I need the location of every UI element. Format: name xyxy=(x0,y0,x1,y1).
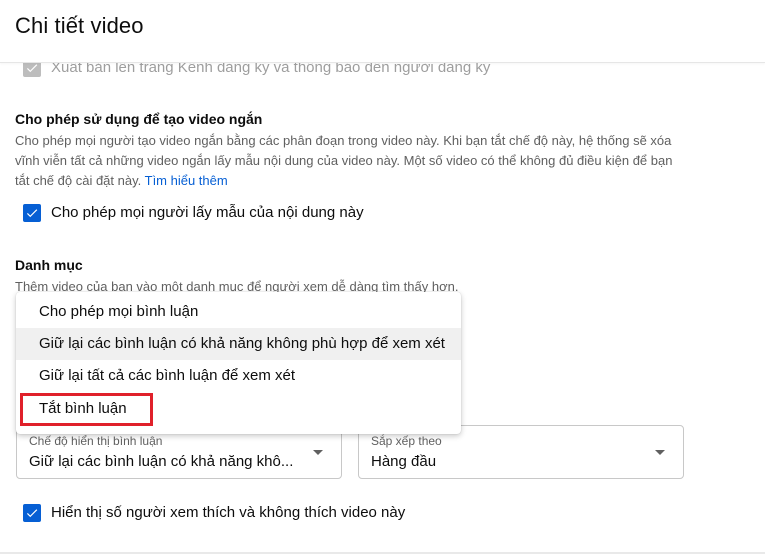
comment-display-label: Chế độ hiển thị bình luận xyxy=(29,434,163,448)
menu-item-allow-all[interactable]: Cho phép mọi bình luận xyxy=(16,296,461,328)
comment-moderation-menu: Cho phép mọi bình luận Giữ lại các bình … xyxy=(16,292,461,434)
video-details-panel: Xuất bản lên trang Kênh đăng ký và thông… xyxy=(0,0,765,554)
check-icon xyxy=(26,209,38,218)
sort-by-label: Sắp xếp theo xyxy=(371,434,442,448)
sampling-checkbox[interactable] xyxy=(23,204,41,222)
menu-item-hold-all[interactable]: Giữ lại tất cả các bình luận để xem xét xyxy=(16,360,461,392)
menu-item-disable-comments[interactable]: Tắt bình luận xyxy=(16,393,461,425)
page-title: Chi tiết video xyxy=(15,13,144,38)
header-bar: Chi tiết video xyxy=(0,0,765,63)
menu-item-hold-inappropriate[interactable]: Giữ lại các bình luận có khả năng không … xyxy=(16,328,461,360)
caret-down-icon xyxy=(655,450,665,455)
caret-down-icon xyxy=(313,450,323,455)
category-section-title: Danh mục xyxy=(15,257,83,273)
sampling-label: Cho phép mọi người lấy mẫu của nội dung … xyxy=(51,204,364,221)
likes-checkbox[interactable] xyxy=(23,504,41,522)
check-icon xyxy=(26,64,38,73)
shorts-description-text: Cho phép mọi người tạo video ngắn bằng c… xyxy=(15,133,673,188)
likes-label: Hiển thị số người xem thích và không thí… xyxy=(51,504,406,521)
sort-by-value: Hàng đầu xyxy=(371,453,437,470)
comment-display-value: Giữ lại các bình luận có khả năng khô... xyxy=(29,453,294,470)
learn-more-link[interactable]: Tìm hiểu thêm xyxy=(145,173,228,188)
shorts-section-title: Cho phép sử dụng để tạo video ngắn xyxy=(15,111,263,127)
check-icon xyxy=(26,509,38,518)
shorts-description: Cho phép mọi người tạo video ngắn bằng c… xyxy=(15,131,675,191)
